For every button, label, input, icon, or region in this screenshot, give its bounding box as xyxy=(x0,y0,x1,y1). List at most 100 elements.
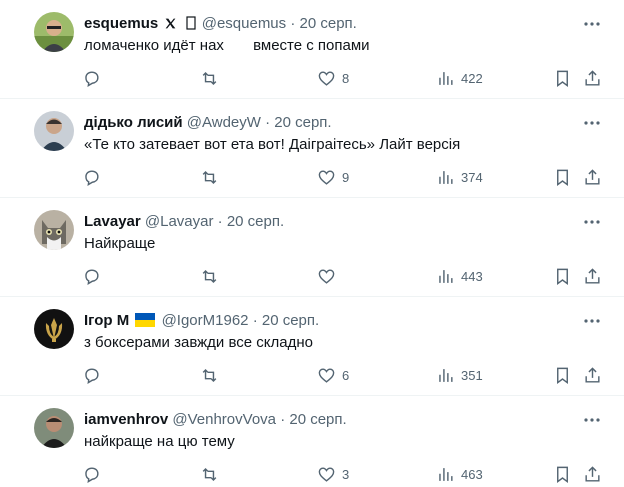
reply-icon xyxy=(85,70,99,87)
separator: · xyxy=(265,114,271,131)
share-button[interactable] xyxy=(583,165,602,189)
reply-button[interactable] xyxy=(82,264,101,288)
reply-icon xyxy=(85,466,99,483)
share-button[interactable] xyxy=(583,462,602,486)
reply-button[interactable] xyxy=(82,363,101,387)
retweet-icon xyxy=(202,71,217,85)
like-button[interactable]: 9 xyxy=(317,165,349,189)
avatar[interactable] xyxy=(34,111,74,151)
retweet-icon xyxy=(202,368,217,382)
user-handle[interactable]: @VenhrovVova xyxy=(172,411,276,428)
retweet-button[interactable] xyxy=(200,264,219,288)
more-options-icon[interactable] xyxy=(582,212,602,232)
avatar[interactable] xyxy=(34,408,74,448)
tweet-text: ломаченко идёт нах вместе с попами xyxy=(84,37,370,54)
tweet-date[interactable]: 20 серп. xyxy=(289,411,346,428)
view-count: 463 xyxy=(461,466,483,482)
retweet-button[interactable] xyxy=(200,66,219,90)
views-button[interactable]: 443 xyxy=(436,264,483,288)
tweet-header: Lavayar @Lavayar · 20 серп. xyxy=(84,212,584,232)
avatar[interactable] xyxy=(34,210,74,250)
tweet-date[interactable]: 20 серп. xyxy=(274,114,331,131)
bookmark-button[interactable] xyxy=(553,462,572,486)
tweet-text: Найкраще xyxy=(84,235,156,252)
tweet-text: найкраще на цю тему xyxy=(84,433,235,450)
avatar[interactable] xyxy=(34,12,74,52)
bookmark-icon xyxy=(557,466,568,483)
bookmark-button[interactable] xyxy=(553,165,572,189)
user-handle[interactable]: @IgorM1962 xyxy=(162,312,249,329)
separator: · xyxy=(217,213,223,230)
tweet-item[interactable]: esquemus @esquemus · 20 серп. ломаченко … xyxy=(0,0,624,99)
more-options-icon[interactable] xyxy=(582,311,602,331)
ukraine-flag-icon xyxy=(135,313,156,333)
avatar[interactable] xyxy=(34,309,74,349)
heart-icon xyxy=(318,367,335,383)
view-count: 351 xyxy=(461,367,483,383)
x-logo-icon xyxy=(164,16,177,36)
share-button[interactable] xyxy=(583,363,602,387)
heart-icon xyxy=(318,268,335,284)
tweet-item[interactable]: iamvenhrov @VenhrovVova · 20 серп. найкр… xyxy=(0,396,624,487)
retweet-button[interactable] xyxy=(200,165,219,189)
retweet-button[interactable] xyxy=(200,462,219,486)
like-button[interactable] xyxy=(317,264,342,288)
like-button[interactable]: 3 xyxy=(317,462,349,486)
tweet-header: Ігор М @IgorM1962 · 20 серп. xyxy=(84,311,584,333)
bookmark-button[interactable] xyxy=(553,66,572,90)
tweet-actions: 3 463 xyxy=(0,462,624,486)
user-handle[interactable]: @Lavayar xyxy=(145,213,214,230)
like-count: 9 xyxy=(342,169,350,185)
bookmark-icon xyxy=(557,268,568,285)
view-count: 422 xyxy=(461,70,483,86)
tweet-header: iamvenhrov @VenhrovVova · 20 серп. xyxy=(84,410,584,430)
views-button[interactable]: 374 xyxy=(436,165,483,189)
reply-icon xyxy=(85,268,99,285)
retweet-button[interactable] xyxy=(200,363,219,387)
heart-icon xyxy=(318,466,335,482)
views-button[interactable]: 351 xyxy=(436,363,483,387)
separator: · xyxy=(290,15,296,32)
retweet-icon xyxy=(202,170,217,184)
like-button[interactable]: 6 xyxy=(317,363,349,387)
like-count: 8 xyxy=(342,70,350,86)
share-icon xyxy=(585,267,600,284)
view-count: 374 xyxy=(461,169,483,185)
bookmark-button[interactable] xyxy=(553,363,572,387)
share-button[interactable] xyxy=(583,66,602,90)
more-options-icon[interactable] xyxy=(582,14,602,34)
more-options-icon[interactable] xyxy=(582,410,602,430)
display-name[interactable]: Ігор М xyxy=(84,312,129,329)
unknown-glyph-icon xyxy=(185,16,196,36)
tweet-header: дідько лисий @AwdeyW · 20 серп. xyxy=(84,113,584,133)
tweet-date[interactable]: 20 серп. xyxy=(300,15,357,32)
separator: · xyxy=(252,312,258,329)
reply-button[interactable] xyxy=(82,66,101,90)
tweet-item[interactable]: Lavayar @Lavayar · 20 серп. Найкраще 443 xyxy=(0,198,624,297)
display-name[interactable]: iamvenhrov xyxy=(84,411,168,428)
share-icon xyxy=(585,366,600,383)
views-icon xyxy=(439,368,453,382)
reply-button[interactable] xyxy=(82,165,101,189)
display-name[interactable]: esquemus xyxy=(84,15,158,32)
tweet-date[interactable]: 20 серп. xyxy=(262,312,319,329)
retweet-icon xyxy=(202,269,217,283)
reply-button[interactable] xyxy=(82,462,101,486)
tweet-text: з боксерами завжди все складно xyxy=(84,334,313,351)
user-handle[interactable]: @AwdeyW xyxy=(187,114,261,131)
more-options-icon[interactable] xyxy=(582,113,602,133)
tweet-date[interactable]: 20 серп. xyxy=(227,213,284,230)
display-name[interactable]: Lavayar xyxy=(84,213,141,230)
like-button[interactable]: 8 xyxy=(317,66,349,90)
tweet-item[interactable]: дідько лисий @AwdeyW · 20 серп. «Те кто … xyxy=(0,99,624,198)
share-icon xyxy=(585,465,600,482)
display-name[interactable]: дідько лисий xyxy=(84,114,183,131)
heart-icon xyxy=(318,70,335,86)
views-button[interactable]: 463 xyxy=(436,462,483,486)
views-button[interactable]: 422 xyxy=(436,66,483,90)
tweet-item[interactable]: Ігор М @IgorM1962 · 20 серп. з боксерами… xyxy=(0,297,624,396)
user-handle[interactable]: @esquemus xyxy=(202,15,286,32)
share-button[interactable] xyxy=(583,264,602,288)
separator: · xyxy=(280,411,286,428)
bookmark-button[interactable] xyxy=(553,264,572,288)
